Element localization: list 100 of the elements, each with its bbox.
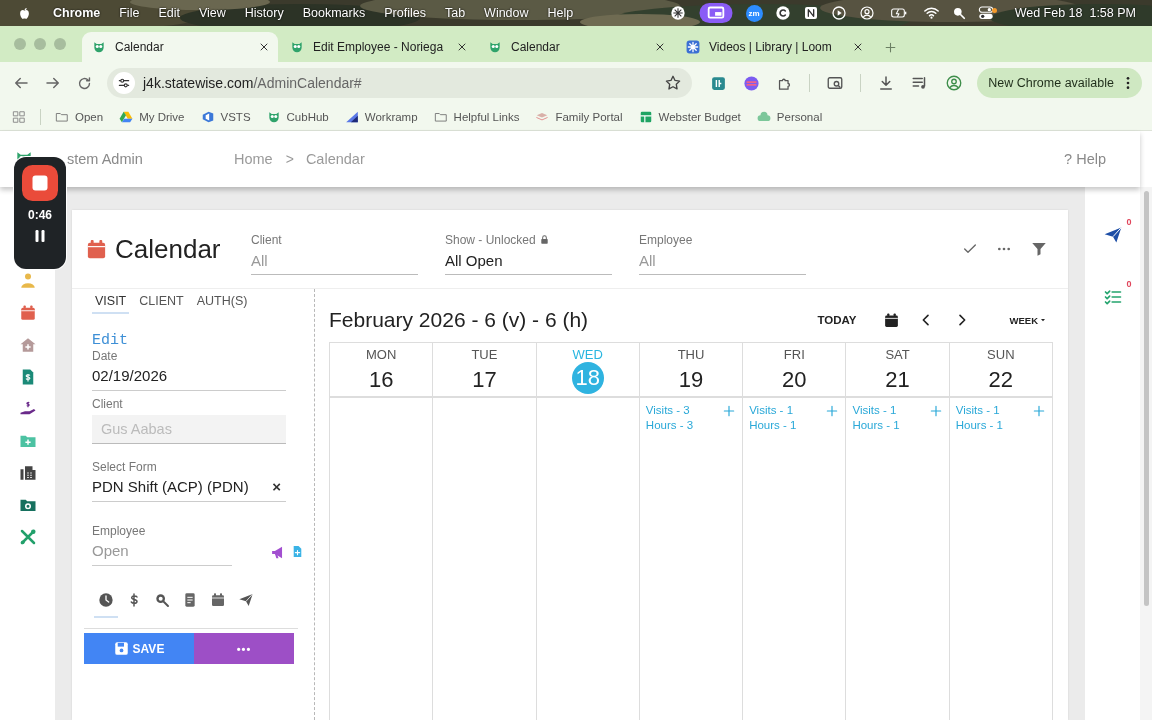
triangle-icon: [344, 110, 359, 124]
profile-icon[interactable]: [945, 74, 964, 92]
scrollbar-thumb[interactable]: [1144, 191, 1149, 606]
search-icon: [154, 592, 170, 608]
day-name: SAT: [885, 347, 910, 362]
starburst-icon: [686, 40, 700, 54]
calendar-picker-icon[interactable]: [882, 311, 900, 329]
day-number[interactable]: 22: [984, 364, 1017, 396]
panel-tab[interactable]: AUTH(S): [193, 294, 251, 314]
close-icon[interactable]: [852, 41, 864, 53]
day-name: THU: [677, 347, 705, 362]
day-number[interactable]: 20: [778, 364, 811, 396]
ribbon-icon: [200, 110, 215, 124]
panel-tab[interactable]: VISIT: [92, 294, 130, 314]
save-button[interactable]: SAVE: [84, 633, 194, 664]
menu-item[interactable]: Edit: [158, 6, 180, 20]
tab-title: Calendar: [511, 40, 561, 54]
field-label: Date: [92, 349, 119, 363]
sparkle-icon[interactable]: [669, 5, 686, 21]
filter-field[interactable]: Show - Unlocked All Open: [445, 226, 612, 275]
app-menu[interactable]: Chrome: [53, 6, 101, 20]
form-select[interactable]: PDN Shift (ACP) (PDN) ×: [92, 474, 286, 502]
close-icon[interactable]: [456, 41, 468, 53]
control-center-icon[interactable]: [977, 5, 994, 21]
bookmark[interactable]: VSTS: [200, 110, 251, 124]
bookmark[interactable]: Personal: [756, 110, 823, 124]
extension-icon[interactable]: [710, 74, 728, 92]
field-label: Employee: [92, 524, 147, 538]
bookmark[interactable]: Workramp: [344, 110, 418, 124]
apple-icon[interactable]: [17, 5, 32, 21]
panel-tab[interactable]: CLIENT: [136, 294, 187, 314]
tab-title: Videos | Library | Loom: [709, 40, 833, 54]
menu-item[interactable]: Profiles: [384, 6, 426, 20]
checklist-icon[interactable]: [1102, 287, 1123, 307]
update-chrome-button[interactable]: New Chrome available: [977, 68, 1142, 98]
count-label: 0: [1126, 279, 1132, 289]
browser-tab[interactable]: Calendar: [82, 32, 278, 62]
stop-recording-button[interactable]: [22, 165, 58, 201]
date-field[interactable]: Date 02/19/2026: [92, 349, 286, 391]
filter-field[interactable]: Employee All: [639, 226, 806, 275]
menu-item[interactable]: View: [198, 6, 226, 20]
site-settings-icon[interactable]: [117, 76, 131, 90]
fax-icon[interactable]: [18, 464, 37, 482]
day-number[interactable]: 21: [881, 364, 914, 396]
menu-item[interactable]: Help: [547, 6, 574, 20]
day-number[interactable]: 19: [675, 364, 707, 396]
tools-icon[interactable]: [18, 528, 37, 546]
recording-time: 0:46: [28, 208, 52, 222]
browser-tab[interactable]: Calendar: [478, 32, 674, 62]
cloud-icon: [756, 110, 771, 124]
reload-icon[interactable]: [76, 74, 93, 92]
bookmark[interactable]: My Drive: [119, 110, 185, 124]
filter-icon[interactable]: [1030, 240, 1048, 258]
day-number[interactable]: 17: [468, 364, 501, 396]
play-icon[interactable]: [830, 5, 847, 21]
help-link[interactable]: ? Help: [1064, 151, 1106, 167]
icon-tab[interactable]: [94, 592, 118, 618]
employee-field[interactable]: Employee Open: [92, 524, 232, 566]
browser-tab[interactable]: Edit Employee - Noriega: [280, 32, 476, 62]
owl-icon: [290, 40, 304, 54]
clear-button[interactable]: ×: [272, 478, 281, 495]
calendar-icon: [210, 592, 226, 608]
close-icon[interactable]: [258, 41, 270, 53]
menu-item[interactable]: History: [244, 6, 284, 20]
bookmark-star-icon[interactable]: [664, 74, 683, 92]
menu-item[interactable]: Bookmarks: [302, 6, 366, 20]
tab-title: Calendar: [115, 40, 165, 54]
bookmark[interactable]: Helpful Links: [433, 110, 520, 124]
gradient-circle-icon[interactable]: [743, 74, 761, 92]
today-button[interactable]: TODAY: [811, 310, 863, 330]
wifi-icon[interactable]: [922, 5, 940, 21]
menu-item[interactable]: File: [119, 6, 140, 20]
bookmark[interactable]: Webster Budget: [638, 110, 741, 124]
close-icon[interactable]: [654, 41, 666, 53]
owl-icon: [266, 110, 281, 124]
field-label: Employee: [639, 232, 693, 247]
view-dropdown[interactable]: WEEK: [1003, 310, 1053, 330]
day-number[interactable]: 16: [365, 364, 398, 396]
new-tab-icon[interactable]: [884, 41, 897, 54]
filter-field[interactable]: Client All: [251, 226, 418, 275]
field-label: Select Form: [92, 460, 158, 474]
account-icon[interactable]: [858, 5, 875, 21]
bookmark[interactable]: Family Portal: [535, 110, 623, 124]
tab-search-icon[interactable]: [826, 74, 845, 92]
browser-tab[interactable]: Videos | Library | Loom: [676, 32, 872, 62]
house-plus-icon[interactable]: [18, 336, 37, 354]
search-icon[interactable]: [951, 6, 966, 20]
page-title: Calendar: [115, 233, 221, 265]
field-label: Client: [251, 232, 282, 247]
section-heading: Edit: [92, 332, 129, 349]
circle-logo-icon[interactable]: [774, 5, 791, 21]
more-button[interactable]: •••: [194, 633, 294, 664]
field-label: Show - Unlocked: [445, 232, 536, 247]
menu-item[interactable]: Tab: [444, 6, 466, 20]
address-bar[interactable]: j4k.statewise.com/AdminCalendar#: [107, 68, 693, 98]
bookmark[interactable]: Open: [55, 110, 104, 124]
document-icon: [182, 592, 198, 608]
menu-item[interactable]: Window: [484, 6, 529, 20]
calendar-icon[interactable]: [18, 304, 37, 322]
bookmark[interactable]: CubHub: [266, 110, 329, 124]
